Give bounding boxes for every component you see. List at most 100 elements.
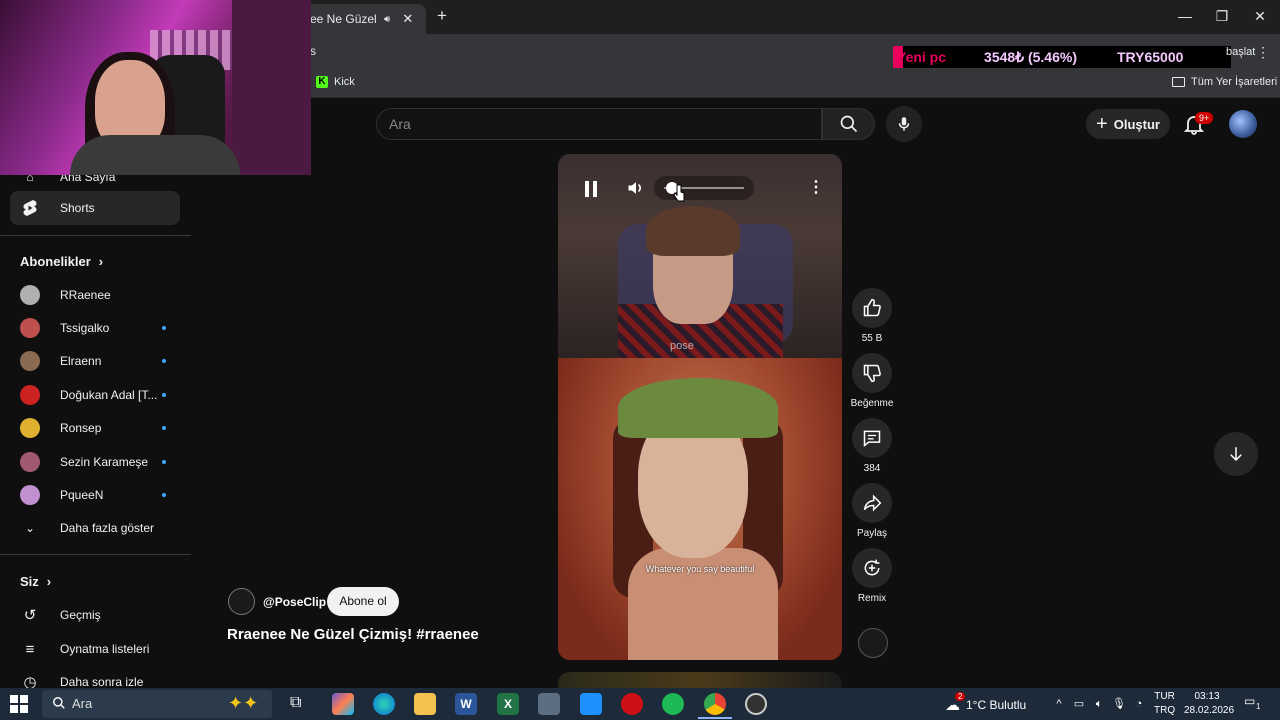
like-button[interactable]: 55 B xyxy=(852,288,892,344)
subscription-item[interactable]: Ronsep xyxy=(20,414,180,442)
volume-slider[interactable] xyxy=(654,176,754,200)
remix-icon xyxy=(852,548,892,588)
maximize-button[interactable]: ❐ xyxy=(1212,8,1232,25)
clock-time: 03:13 xyxy=(1194,691,1220,702)
new-content-dot xyxy=(162,493,166,497)
kick-logo-icon: K xyxy=(316,76,328,88)
task-view-icon[interactable]: ⧉ xyxy=(290,694,301,712)
video-controls: ⋮ xyxy=(558,154,842,214)
clock[interactable]: 03:13 28.02.2026 xyxy=(1184,690,1234,718)
opera-icon[interactable] xyxy=(621,693,643,715)
weather-widget[interactable]: ☁ 2 1°C Bulutlu xyxy=(945,692,1026,714)
sidebar-item-playlists[interactable]: ≡ Oynatma listeleri xyxy=(20,635,180,663)
plus-icon: + xyxy=(1096,113,1108,135)
video-watermark: pose xyxy=(670,340,694,352)
comment-icon xyxy=(852,418,892,458)
notification-center-button[interactable]: ▭ 1 xyxy=(1244,694,1264,714)
speaker-icon[interactable]: 🔈︎ xyxy=(1092,697,1106,711)
channel-avatar[interactable] xyxy=(228,588,255,615)
network-icon[interactable]: ◔ xyxy=(1132,697,1146,711)
account-avatar[interactable] xyxy=(1229,110,1257,138)
calculator-icon[interactable] xyxy=(538,693,560,715)
bookmark-kick[interactable]: K Kick xyxy=(316,76,355,88)
video-painting-panel xyxy=(558,358,842,660)
sidebar-item-shorts[interactable]: Shorts xyxy=(10,191,180,225)
share-label: Paylaş xyxy=(856,528,887,539)
channel-name: RRaenee xyxy=(60,288,111,302)
history-icon: ↺ xyxy=(23,607,37,624)
new-tab-button[interactable]: + xyxy=(432,7,452,27)
subscription-item[interactable]: Elraenn xyxy=(20,347,180,375)
voice-search-button[interactable] xyxy=(886,106,922,142)
subscription-item[interactable]: Tssigalko xyxy=(20,314,180,342)
speaker-icon[interactable]: 🔊︎ xyxy=(384,14,390,25)
you-header[interactable]: Siz › xyxy=(20,574,51,589)
channel-avatar xyxy=(20,418,40,438)
spotify-icon[interactable] xyxy=(662,693,684,715)
dislike-button[interactable]: Beğenme xyxy=(851,353,893,409)
mute-button[interactable] xyxy=(626,178,648,200)
pause-button[interactable] xyxy=(580,178,602,200)
show-more-label: Daha fazla göster xyxy=(60,521,155,535)
subscription-item[interactable]: RRaenee xyxy=(20,281,180,309)
start-link[interactable]: başlat xyxy=(1226,46,1255,58)
channel-avatar xyxy=(20,351,40,371)
channel-logo[interactable] xyxy=(858,628,888,658)
new-content-dot xyxy=(162,359,166,363)
pause-icon xyxy=(585,181,597,197)
comments-button[interactable]: 384 xyxy=(852,418,892,474)
microphone-icon xyxy=(898,117,910,131)
word-icon[interactable]: W xyxy=(455,693,477,715)
file-explorer-icon[interactable] xyxy=(414,693,436,715)
share-icon xyxy=(852,483,892,523)
chrome-icon[interactable] xyxy=(704,693,726,715)
channel-handle[interactable]: @PoseClip xyxy=(263,595,326,609)
show-more-button[interactable]: ⌄ Daha fazla göster xyxy=(20,514,180,542)
store-icon[interactable] xyxy=(580,693,602,715)
sidebar-item-history[interactable]: ↺ Geçmiş xyxy=(20,601,180,629)
share-button[interactable]: Paylaş xyxy=(852,483,892,539)
weather-badge: 2 xyxy=(955,692,966,701)
remix-label: Remix xyxy=(857,593,887,604)
create-button[interactable]: + Oluştur xyxy=(1086,109,1170,139)
channel-name: PqueeN xyxy=(60,488,104,502)
close-tab-icon[interactable]: ✕ xyxy=(402,11,413,27)
next-video-button[interactable] xyxy=(1214,432,1258,476)
remix-button[interactable]: Remix xyxy=(852,548,892,604)
windows-start-button[interactable] xyxy=(10,695,28,713)
search-button[interactable] xyxy=(822,108,875,140)
channel-name: Doğukan Adal [T... xyxy=(60,388,158,402)
subscriptions-header[interactable]: Abonelikler › xyxy=(20,254,103,269)
ticker-label: Yeni pc xyxy=(897,49,947,65)
new-content-dot xyxy=(162,393,166,397)
all-bookmarks[interactable]: Tüm Yer İşaretleri xyxy=(1172,76,1277,88)
copilot-app-icon[interactable] xyxy=(332,693,354,715)
sidebar-item-label: Shorts xyxy=(60,201,95,215)
shorts-video[interactable]: pose Whatever you say beautiful ⋮ xyxy=(558,154,842,660)
create-label: Oluştur xyxy=(1113,116,1160,132)
subscription-item[interactable]: Doğukan Adal [T... xyxy=(20,381,180,409)
edge-icon[interactable] xyxy=(373,693,395,715)
subscription-item[interactable]: PqueeN xyxy=(20,481,180,509)
search-input[interactable]: Ara xyxy=(376,108,822,140)
video-subtitle: Whatever you say beautiful xyxy=(645,564,755,574)
shorts-icon xyxy=(20,198,40,218)
new-content-dot xyxy=(162,326,166,330)
close-window-button[interactable]: ✕ xyxy=(1250,8,1270,25)
lang-bottom: TRQ xyxy=(1154,705,1176,716)
more-options-icon[interactable]: ⋮ xyxy=(808,178,824,198)
subscribe-button[interactable]: Abone ol xyxy=(327,587,399,616)
notif-count: 1 xyxy=(1256,702,1261,711)
minimize-button[interactable]: — xyxy=(1175,8,1195,24)
battery-icon[interactable]: ▭ xyxy=(1072,697,1086,711)
microphone-icon[interactable]: 🎙︎ xyxy=(1112,697,1126,711)
excel-icon[interactable]: X xyxy=(497,693,519,715)
new-content-dot xyxy=(162,460,166,464)
input-language[interactable]: TUR TRQ xyxy=(1154,690,1175,718)
subscription-item[interactable]: Sezin Karameşe xyxy=(20,448,180,476)
chevron-up-icon[interactable]: ^ xyxy=(1052,697,1066,711)
obs-icon[interactable] xyxy=(745,693,767,715)
browser-tab-active[interactable]: ee Ne Güzel Çizmiş 🔊︎ ✕ xyxy=(300,4,426,34)
copilot-sparkle-icon[interactable]: ✦✦ xyxy=(228,693,258,714)
browser-menu-icon[interactable]: ⋮ xyxy=(1256,44,1270,61)
